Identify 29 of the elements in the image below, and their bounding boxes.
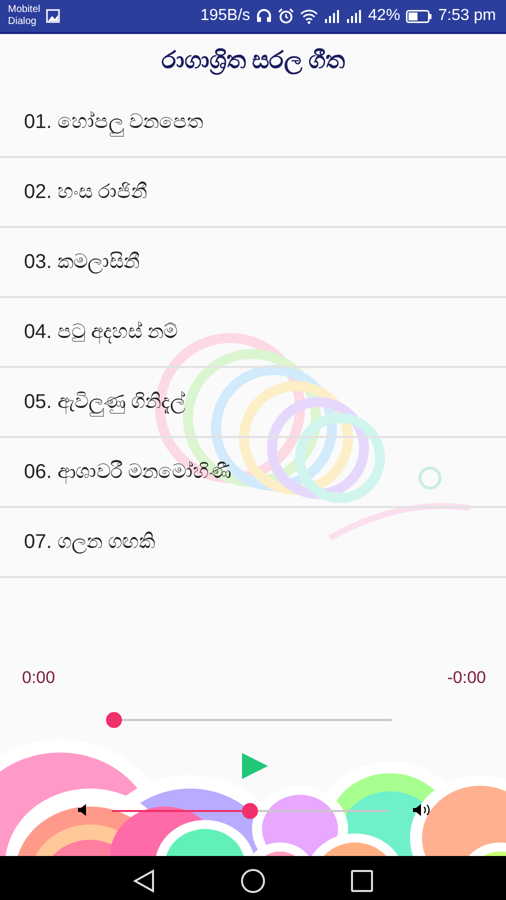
song-item[interactable]: 07. ගලන ගඟකි <box>0 508 506 578</box>
song-item[interactable]: 05. ඇවිලුණු ගිනිදැල් <box>0 368 506 438</box>
song-item[interactable]: 04. පටු අදහස් නම් <box>0 298 506 368</box>
volume-high-icon <box>412 804 432 816</box>
alarm-icon <box>278 8 294 24</box>
elapsed-time: 0:00 <box>22 668 56 688</box>
signal-icon <box>346 9 362 23</box>
play-button[interactable] <box>240 751 270 781</box>
seek-thumb[interactable] <box>106 712 122 728</box>
image-icon <box>46 9 60 23</box>
carrier-name: Dialog <box>8 16 38 28</box>
volume-low-icon <box>77 804 89 816</box>
signal-icon <box>324 9 340 23</box>
home-icon[interactable] <box>241 869 265 893</box>
carrier-name: Mobitel <box>8 4 40 16</box>
recents-icon[interactable] <box>351 870 373 892</box>
song-item[interactable]: 02. හංස රාජිනී <box>0 158 506 228</box>
app-title: රාගාශ්‍රිත සරල ගීත <box>161 47 345 75</box>
song-item[interactable]: 06. ආශාවරී මනමෝහිණී <box>0 438 506 508</box>
headset-icon <box>256 8 272 24</box>
song-item[interactable]: 03. කමලාසිනී <box>0 228 506 298</box>
clock: 7:53 pm <box>438 7 496 25</box>
battery-icon <box>406 10 432 22</box>
remaining-time: -0:00 <box>447 668 486 688</box>
wifi-icon <box>300 8 318 24</box>
network-speed: 195B/s <box>200 7 250 25</box>
song-item[interactable]: 01. හෝපලු වනපෙත <box>0 88 506 158</box>
back-icon[interactable] <box>133 869 155 893</box>
battery-percent: 42% <box>368 7 400 25</box>
